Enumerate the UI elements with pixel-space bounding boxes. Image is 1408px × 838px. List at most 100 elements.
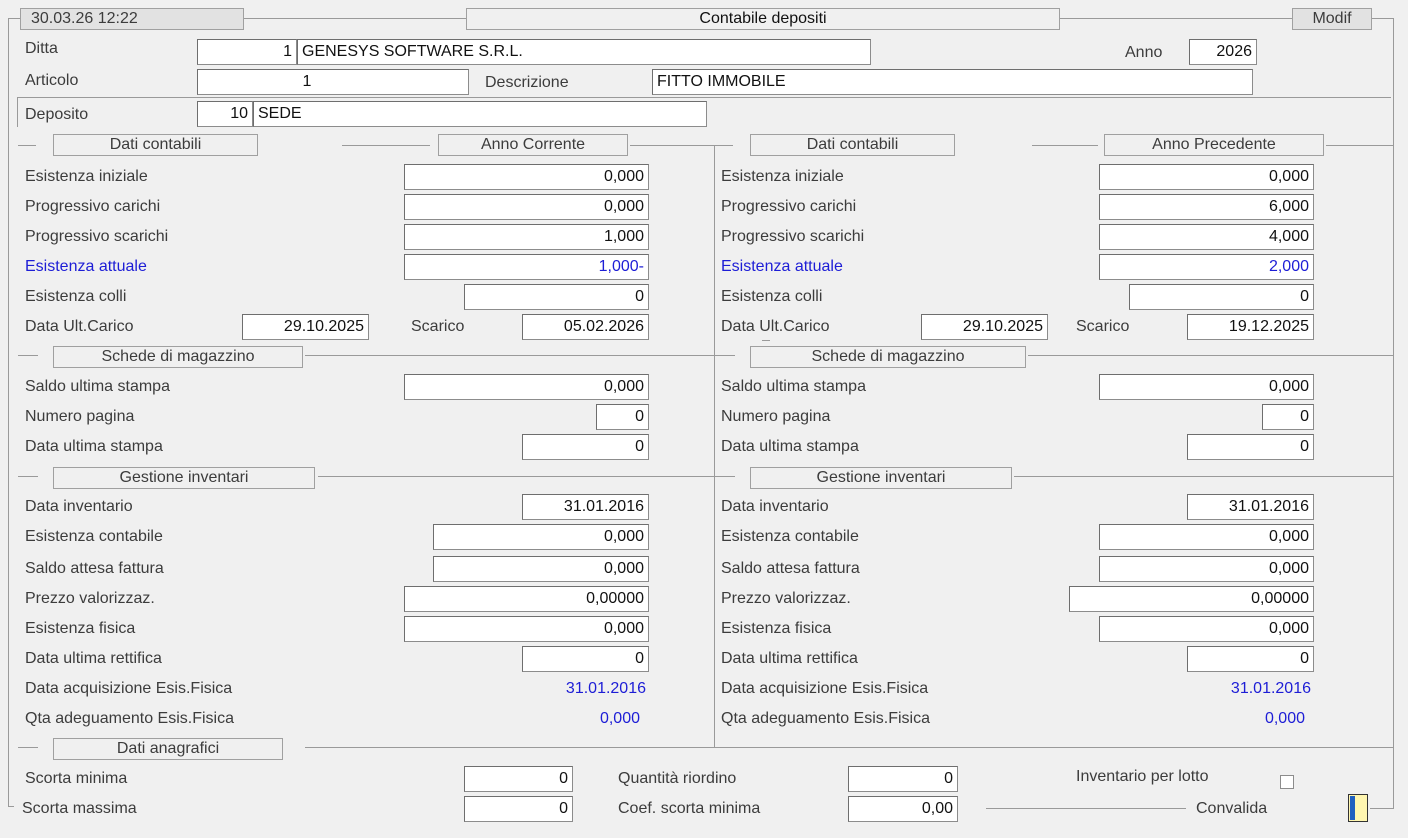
convalida-button[interactable] — [1348, 794, 1368, 822]
right-esistenza-iniziale-field[interactable]: 0,000 — [1099, 164, 1314, 190]
right-data-ult-carico-label: Data Ult.Carico — [721, 318, 830, 335]
left-data-inventario-field[interactable]: 31.01.2016 — [522, 494, 649, 520]
left-data-inventario-label: Data inventario — [25, 498, 133, 515]
left-data-ultima-rettifica-field[interactable]: 0 — [522, 646, 649, 672]
right-schede-header: Schede di magazzino — [750, 346, 1026, 368]
ditta-name-field[interactable]: GENESYS SOFTWARE S.R.L. — [297, 39, 871, 65]
right-inventari-header: Gestione inventari — [750, 467, 1012, 489]
left-numero-pagina-field[interactable]: 0 — [596, 404, 649, 430]
quantita-riordino-label: Quantità riordino — [618, 770, 737, 787]
right-data-acquisizione-label: Data acquisizione Esis.Fisica — [721, 680, 929, 697]
right-progressivo-scarichi-label: Progressivo scarichi — [721, 228, 865, 245]
deposito-code-field[interactable]: 10 — [197, 101, 253, 127]
right-sec2-line-a — [715, 355, 735, 356]
left-dati-contabili-header: Dati contabili — [53, 134, 258, 156]
ditta-label: Ditta — [25, 40, 58, 57]
left-scarico-field[interactable]: 05.02.2026 — [522, 314, 649, 340]
left-qta-adeguamento-label: Qta adeguamento Esis.Fisica — [25, 710, 234, 727]
left-esistenza-colli-label: Esistenza colli — [25, 288, 127, 305]
left-esistenza-colli-field[interactable]: 0 — [464, 284, 649, 310]
left-saldo-attesa-fattura-label: Saldo attesa fattura — [25, 560, 164, 577]
right-numero-pagina-label: Numero pagina — [721, 408, 831, 425]
right-esistenza-contabile-field[interactable]: 0,000 — [1099, 524, 1314, 550]
right-sec3-line-b — [1014, 476, 1393, 477]
left-prezzo-valorizzaz-field[interactable]: 0,00000 — [404, 586, 649, 612]
deposito-name-field[interactable]: SEDE — [253, 101, 707, 127]
frame-left — [8, 18, 9, 806]
left-data-ultima-rettifica-label: Data ultima rettifica — [25, 650, 162, 667]
frame-bottom-left — [8, 806, 14, 807]
right-prezzo-valorizzaz-field[interactable]: 0,00000 — [1069, 586, 1314, 612]
left-prezzo-valorizzaz-label: Prezzo valorizzaz. — [25, 590, 155, 607]
frame-top-mid2 — [1060, 18, 1292, 19]
coef-scorta-minima-field[interactable]: 0,00 — [848, 796, 958, 822]
frame-bottom-right — [1370, 808, 1394, 809]
articolo-code-field[interactable]: 1 — [197, 69, 469, 95]
inventario-per-lotto-checkbox[interactable] — [1280, 775, 1294, 789]
convalida-label: Convalida — [1196, 800, 1268, 817]
right-dati-contabili-header: Dati contabili — [750, 134, 955, 156]
right-esistenza-colli-field[interactable]: 0 — [1129, 284, 1314, 310]
frame-right — [1393, 18, 1394, 808]
left-esistenza-fisica-field[interactable]: 0,000 — [404, 616, 649, 642]
right-numero-pagina-field[interactable]: 0 — [1262, 404, 1314, 430]
left-sec2-line-a — [18, 355, 38, 356]
descrizione-field[interactable]: FITTO IMMOBILE — [652, 69, 1253, 95]
right-sec3-line-a — [715, 476, 735, 477]
left-esistenza-attuale-label: Esistenza attuale — [25, 258, 147, 275]
anno-field[interactable]: 2026 — [1189, 39, 1257, 65]
right-scarico-field[interactable]: 19.12.2025 — [1187, 314, 1314, 340]
left-data-acquisizione-label: Data acquisizione Esis.Fisica — [25, 680, 233, 697]
right-data-inventario-label: Data inventario — [721, 498, 829, 515]
right-saldo-ultima-stampa-field[interactable]: 0,000 — [1099, 374, 1314, 400]
datetime-field: 30.03.26 12:22 — [20, 8, 244, 30]
left-sec3-line-b — [318, 476, 714, 477]
right-qta-adeguamento-label: Qta adeguamento Esis.Fisica — [721, 710, 930, 727]
ditta-code-field[interactable]: 1 — [197, 39, 297, 65]
left-esistenza-iniziale-field[interactable]: 0,000 — [404, 164, 649, 190]
header-separator — [17, 97, 1391, 98]
right-data-inventario-field[interactable]: 31.01.2016 — [1187, 494, 1314, 520]
left-saldo-attesa-fattura-field[interactable]: 0,000 — [433, 556, 649, 582]
left-progressivo-carichi-field[interactable]: 0,000 — [404, 194, 649, 220]
quantita-riordino-field[interactable]: 0 — [848, 766, 958, 792]
scorta-massima-field[interactable]: 0 — [464, 796, 573, 822]
left-saldo-ultima-stampa-field[interactable]: 0,000 — [404, 374, 649, 400]
left-progressivo-scarichi-label: Progressivo scarichi — [25, 228, 169, 245]
right-saldo-attesa-fattura-label: Saldo attesa fattura — [721, 560, 860, 577]
left-schede-header: Schede di magazzino — [53, 346, 303, 368]
articolo-label: Articolo — [25, 72, 79, 89]
anagrafici-header: Dati anagrafici — [53, 738, 283, 760]
right-esistenza-fisica-field[interactable]: 0,000 — [1099, 616, 1314, 642]
left-esistenza-attuale-field[interactable]: 1,000- — [404, 254, 649, 280]
right-data-ult-carico-field[interactable]: 29.10.2025 — [921, 314, 1048, 340]
mode-indicator: Modif — [1292, 8, 1372, 30]
right-esistenza-iniziale-label: Esistenza iniziale — [721, 168, 844, 185]
right-data-ultima-rettifica-field[interactable]: 0 — [1187, 646, 1314, 672]
left-data-ultima-stampa-field[interactable]: 0 — [522, 434, 649, 460]
left-data-ult-carico-field[interactable]: 29.10.2025 — [242, 314, 369, 340]
right-small-dash — [762, 340, 770, 341]
right-data-ultima-stampa-field[interactable]: 0 — [1187, 434, 1314, 460]
right-progressivo-scarichi-field[interactable]: 4,000 — [1099, 224, 1314, 250]
right-sec1-line-c — [1326, 145, 1393, 146]
right-esistenza-attuale-field[interactable]: 2,000 — [1099, 254, 1314, 280]
right-data-ultima-rettifica-label: Data ultima rettifica — [721, 650, 858, 667]
inventario-per-lotto-label: Inventario per lotto — [1076, 768, 1209, 785]
right-scarico-label: Scarico — [1076, 318, 1130, 335]
right-data-ultima-stampa-label: Data ultima stampa — [721, 438, 859, 455]
right-saldo-attesa-fattura-field[interactable]: 0,000 — [1099, 556, 1314, 582]
left-esistenza-contabile-field[interactable]: 0,000 — [433, 524, 649, 550]
left-sec1-line-c — [630, 145, 714, 146]
convalida-line — [986, 808, 1186, 809]
left-data-ult-carico-label: Data Ult.Carico — [25, 318, 134, 335]
coef-scorta-minima-label: Coef. scorta minima — [618, 800, 761, 817]
left-progressivo-scarichi-field[interactable]: 1,000 — [404, 224, 649, 250]
right-sec1-line-a — [715, 145, 733, 146]
descrizione-label: Descrizione — [485, 74, 569, 91]
right-progressivo-carichi-field[interactable]: 6,000 — [1099, 194, 1314, 220]
right-esistenza-contabile-label: Esistenza contabile — [721, 528, 859, 545]
left-progressivo-carichi-label: Progressivo carichi — [25, 198, 161, 215]
right-sec2-line-b — [1028, 355, 1393, 356]
scorta-minima-field[interactable]: 0 — [464, 766, 573, 792]
